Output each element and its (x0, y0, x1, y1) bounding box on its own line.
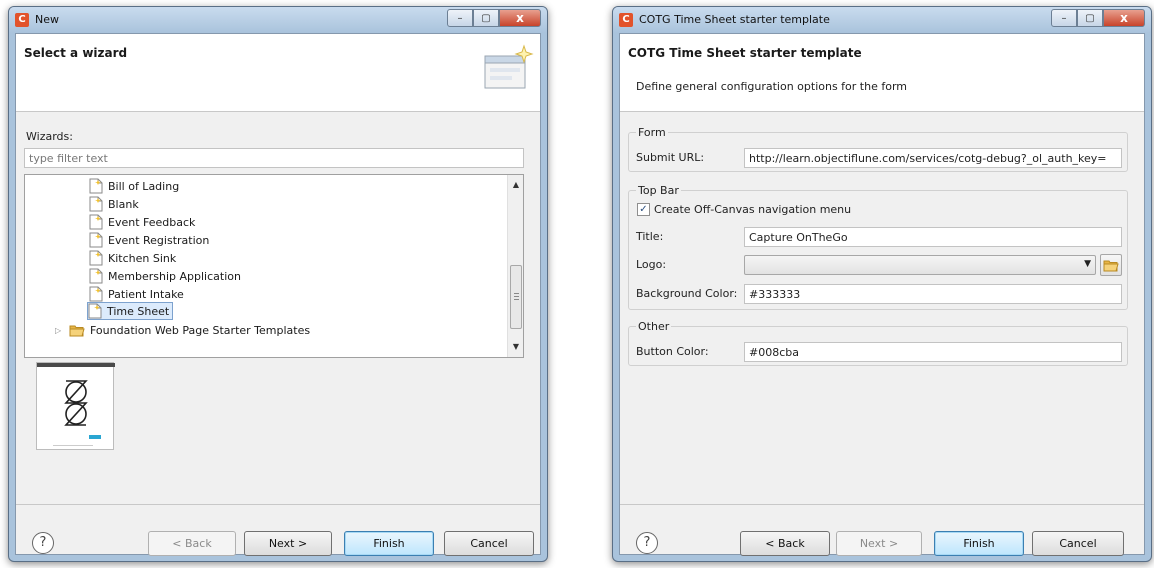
template-file-icon (89, 196, 103, 212)
template-file-icon (89, 232, 103, 248)
wizard-header: COTG Time Sheet starter template Define … (620, 34, 1144, 112)
tree-item-membership-application[interactable]: Membership Application (89, 267, 241, 285)
wizard-header: Select a wizard (16, 34, 540, 112)
tree-item-event-feedback[interactable]: Event Feedback (89, 213, 195, 231)
template-file-icon (89, 214, 103, 230)
background-color-label: Background Color: (636, 287, 738, 300)
title-bar[interactable]: C New – ▢ x (9, 7, 547, 33)
button-color-label: Button Color: (636, 345, 709, 358)
tree-item-label: Time Sheet (107, 304, 170, 318)
window-title: New (35, 13, 59, 26)
tree-item-label: Membership Application (108, 269, 241, 283)
maximize-button[interactable]: ▢ (1077, 9, 1103, 27)
wizards-label: Wizards: (26, 130, 73, 143)
maximize-button[interactable]: ▢ (473, 9, 499, 27)
tree-item-label: Bill of Lading (108, 179, 180, 193)
wizard-tree[interactable]: Bill of Lading Blank Event Feedback Even… (24, 174, 524, 358)
tree-item-label: Event Registration (108, 233, 210, 247)
close-button[interactable]: x (499, 9, 541, 27)
top-bar-group-title: Top Bar (636, 184, 681, 197)
tree-item-label: Blank (108, 197, 139, 211)
template-file-icon (89, 286, 103, 302)
title-label: Title: (636, 230, 664, 243)
form-group-title: Form (636, 126, 668, 139)
logo-select[interactable]: ▼ (744, 255, 1096, 275)
app-icon: C (619, 13, 633, 27)
filter-placeholder: type filter text (29, 152, 108, 165)
logo-label: Logo: (636, 258, 667, 271)
app-icon: C (15, 13, 29, 27)
submit-url-label: Submit URL: (636, 151, 705, 164)
submit-url-field[interactable]: http://learn.objectiflune.com/services/c… (744, 148, 1122, 168)
tree-item-bill-of-lading[interactable]: Bill of Lading (89, 177, 179, 195)
grip-line (514, 293, 519, 294)
folder-icon (69, 325, 85, 336)
title-field[interactable]: Capture OnTheGo (744, 227, 1122, 247)
finish-button[interactable]: Finish (344, 531, 434, 556)
finish-button[interactable]: Finish (934, 531, 1024, 556)
browse-folder-button[interactable] (1100, 254, 1122, 276)
folder-icon (1103, 260, 1119, 271)
footer-separator (16, 504, 540, 505)
offcanvas-checkbox[interactable]: ✓ (637, 203, 650, 216)
header-title: Select a wizard (24, 46, 128, 60)
dialog-body: COTG Time Sheet starter template Define … (619, 33, 1145, 556)
cotg-template-window: C COTG Time Sheet starter template – ▢ x… (612, 6, 1152, 562)
cancel-button[interactable]: Cancel (1032, 531, 1124, 556)
new-wizard-window: C New – ▢ x Select a wizard Wizards: typ… (8, 6, 548, 562)
dialog-body: Select a wizard Wizards: type filter tex… (15, 33, 541, 556)
wizard-banner-icon (484, 44, 534, 89)
help-icon[interactable]: ? (32, 532, 54, 554)
help-icon[interactable]: ? (636, 532, 658, 554)
tree-item-label: Kitchen Sink (108, 251, 177, 265)
tree-item-blank[interactable]: Blank (89, 195, 139, 213)
tree-folder-label: Foundation Web Page Starter Templates (90, 323, 311, 337)
tree-item-label: Patient Intake (108, 287, 184, 301)
tree-folder-foundation[interactable]: ▷ Foundation Web Page Starter Templates (55, 321, 310, 339)
close-button[interactable]: x (1103, 9, 1145, 27)
title-bar[interactable]: C COTG Time Sheet starter template – ▢ x (613, 7, 1151, 33)
preview-image-icon (37, 363, 115, 446)
template-file-icon (89, 250, 103, 266)
tree-item-kitchen-sink[interactable]: Kitchen Sink (89, 249, 176, 267)
scroll-down-icon[interactable]: ▼ (508, 339, 523, 355)
minimize-button[interactable]: – (1051, 9, 1077, 27)
minimize-button[interactable]: – (447, 9, 473, 27)
cancel-button[interactable]: Cancel (444, 531, 534, 556)
scroll-up-icon[interactable]: ▲ (508, 177, 523, 193)
window-title: COTG Time Sheet starter template (639, 13, 830, 26)
template-file-icon (89, 268, 103, 284)
scroll-thumb[interactable] (510, 265, 522, 329)
offcanvas-label: Create Off-Canvas navigation menu (654, 203, 852, 216)
tree-item-patient-intake[interactable]: Patient Intake (89, 285, 184, 303)
grip-line (514, 296, 519, 297)
chevron-down-icon: ▼ (1084, 259, 1091, 269)
footer-separator (620, 504, 1144, 505)
back-button[interactable]: < Back (148, 531, 236, 556)
filter-input[interactable]: type filter text (24, 148, 524, 168)
header-description: Define general configuration options for… (636, 80, 907, 93)
tree-item-label: Event Feedback (108, 215, 196, 229)
tree-item-event-registration[interactable]: Event Registration (89, 231, 209, 249)
template-file-icon (89, 178, 103, 194)
next-button[interactable]: Next > (836, 531, 922, 556)
template-file-icon (88, 303, 102, 319)
header-title: COTG Time Sheet starter template (628, 46, 862, 60)
tree-item-time-sheet[interactable]: Time Sheet (87, 302, 174, 320)
tree-scrollbar[interactable]: ▲ ▼ (507, 175, 523, 357)
next-button[interactable]: Next > (244, 531, 332, 556)
template-preview-thumbnail (36, 362, 115, 450)
back-button[interactable]: < Back (740, 531, 830, 556)
background-color-field[interactable]: #333333 (744, 284, 1122, 304)
other-group-title: Other (636, 320, 672, 333)
button-color-field[interactable]: #008cba (744, 342, 1122, 362)
grip-line (514, 299, 519, 300)
expand-arrow-icon[interactable]: ▷ (55, 326, 65, 335)
